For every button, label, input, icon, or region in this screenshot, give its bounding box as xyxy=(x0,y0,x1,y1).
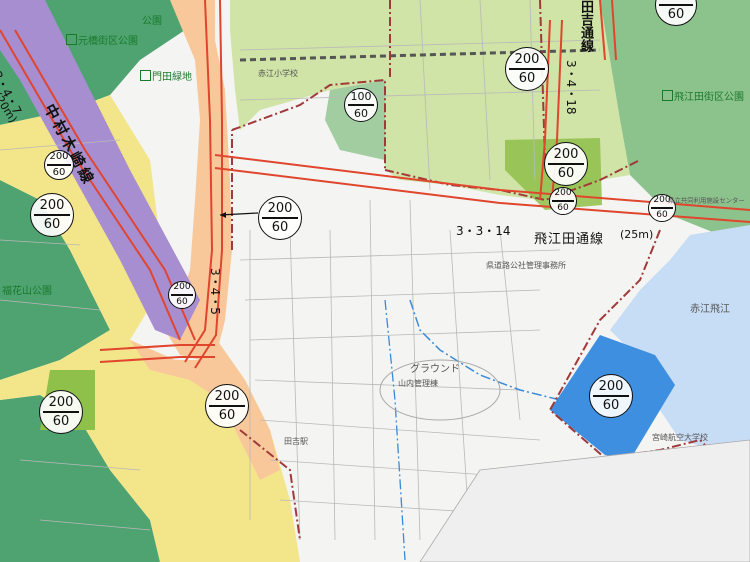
ratio-divider xyxy=(593,395,629,397)
ratio-top: 200 xyxy=(267,201,293,217)
map-base-layer xyxy=(0,0,750,562)
facility-ground: グラウンド xyxy=(410,364,460,375)
floor-area-ratio-label: 20060 xyxy=(30,193,74,237)
ratio-bottom: 60 xyxy=(52,166,66,178)
ratio-divider xyxy=(34,214,70,216)
ratio-divider xyxy=(209,405,245,407)
ratio-divider xyxy=(509,68,545,70)
ratio-divider xyxy=(552,200,574,202)
ratio-divider xyxy=(262,217,298,219)
ratio-top: 200 xyxy=(214,389,240,405)
park-label-monden: 門田緑地 xyxy=(140,68,192,83)
ratio-top: 200 xyxy=(598,379,624,395)
ratio-divider xyxy=(347,104,375,106)
ratio-bottom: 60 xyxy=(354,106,368,120)
park-name: 飛江田街区公園 xyxy=(674,92,744,103)
facility-tayoshi-station: 田吉駅 xyxy=(284,437,308,446)
park-square-icon xyxy=(140,70,151,81)
floor-area-ratio-label: 20060 xyxy=(258,196,302,240)
road-number-hieda: 3・3・14 xyxy=(456,224,511,238)
park-label-fukugake: 福花山公園 xyxy=(2,282,52,297)
ratio-top: 200 xyxy=(554,188,572,199)
ratio-bottom: 60 xyxy=(557,165,575,181)
ratio-bottom: 60 xyxy=(218,407,236,423)
facility-joint-center: 県立共同利用施設センター xyxy=(668,196,745,204)
ratio-divider xyxy=(171,294,193,296)
park-name: 公園 xyxy=(142,16,162,27)
ratio-top: 200 xyxy=(48,395,74,411)
ratio-top: 100 xyxy=(350,90,372,104)
park-name: 福花山公園 xyxy=(2,286,52,297)
ratio-bottom: 60 xyxy=(602,397,620,413)
ratio-bottom: 60 xyxy=(271,219,289,235)
facility-aviation-school: 宮崎航空大学校 xyxy=(652,433,708,442)
ratio-divider xyxy=(659,4,693,6)
park-name: 門田緑地 xyxy=(152,72,192,83)
floor-area-ratio-label: 20060 xyxy=(544,142,588,186)
floor-area-ratio-label: 20060 xyxy=(39,390,83,434)
road-width-hieda: (25m) xyxy=(620,228,654,241)
facility-yamauchi: 山内管理棟 xyxy=(398,379,438,388)
road-number-3-4-5: 3・4・5 xyxy=(208,268,222,315)
park-label-topright: 公園 xyxy=(142,12,162,27)
park-label-motohashi: 元橋街区公園 xyxy=(66,32,138,47)
facility-akae: 赤江飛江 xyxy=(690,304,730,315)
road-name-hieda: 飛江田通線 xyxy=(534,232,605,247)
park-square-icon xyxy=(662,90,673,101)
ratio-divider xyxy=(548,163,584,165)
ratio-bottom: 60 xyxy=(518,70,536,86)
ratio-bottom: 60 xyxy=(52,413,70,429)
ratio-top: 200 xyxy=(664,0,689,2)
ratio-bottom: 60 xyxy=(557,202,569,213)
park-name: 元橋街区公園 xyxy=(78,36,138,47)
ratio-top: 200 xyxy=(173,282,191,293)
road-number-3-4-18: 3・4・18 xyxy=(564,60,578,115)
park-square-icon xyxy=(66,34,77,45)
park-label-hieda: 飛江田街区公園 xyxy=(662,88,744,103)
ratio-divider xyxy=(43,411,79,413)
ratio-top: 200 xyxy=(39,198,65,214)
facility-elementary: 赤江小学校 xyxy=(258,69,298,78)
ratio-bottom: 60 xyxy=(656,209,668,220)
ratio-bottom: 60 xyxy=(176,296,188,307)
floor-area-ratio-label: 20060 xyxy=(205,384,249,428)
ratio-divider xyxy=(651,207,673,209)
ratio-bottom: 60 xyxy=(667,6,685,22)
floor-area-ratio-label: 20060 xyxy=(549,187,577,215)
ratio-bottom: 60 xyxy=(43,216,61,232)
facility-pref-office: 県道路公社管理事務所 xyxy=(486,261,566,270)
floor-area-ratio-label: 20060 xyxy=(505,47,549,91)
ratio-divider xyxy=(47,164,71,166)
ratio-top: 200 xyxy=(553,147,579,163)
road-name-tayoshi: 田吉通線 xyxy=(578,0,593,52)
zoning-map[interactable]: 10060 20060 20060 20060 20060 20060 2006… xyxy=(0,0,750,562)
floor-area-ratio-label: 20060 xyxy=(168,281,196,309)
floor-area-ratio-label: 20060 xyxy=(589,374,633,418)
ratio-top: 200 xyxy=(514,52,540,68)
floor-area-ratio-label: 100 60 xyxy=(344,88,378,122)
